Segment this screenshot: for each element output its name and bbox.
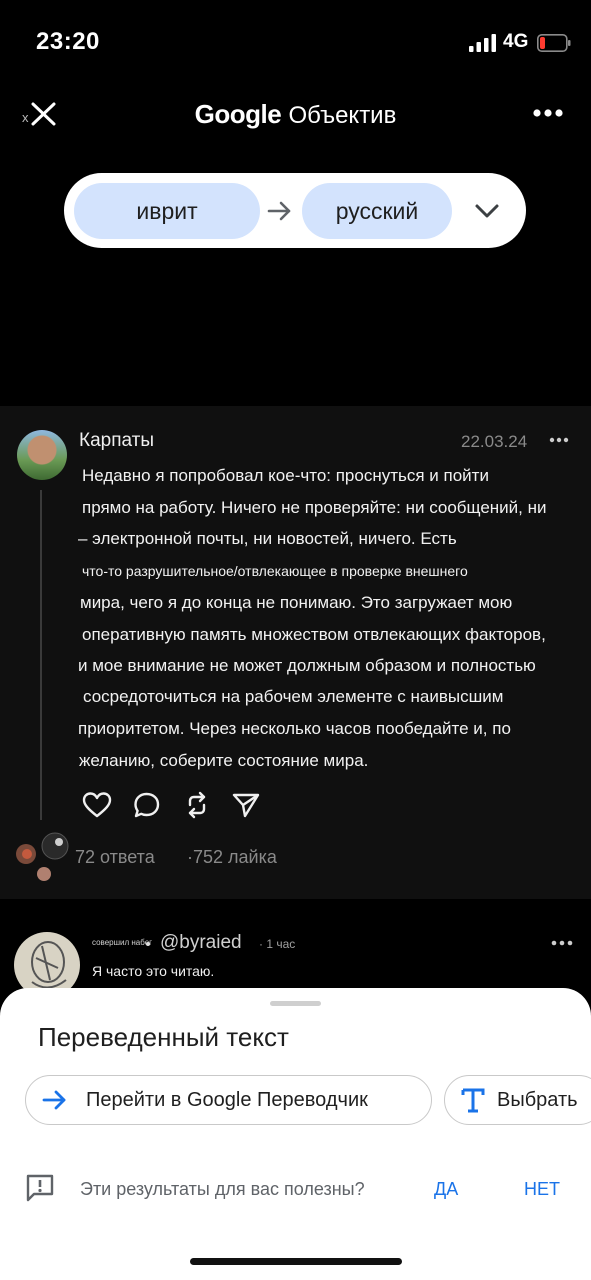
likes-count[interactable]: ·752 лайка — [187, 847, 277, 868]
like-heart-icon[interactable] — [82, 791, 112, 819]
select-text-button[interactable]: Выбрать — [444, 1075, 591, 1125]
post-more-icon[interactable] — [549, 436, 569, 444]
brand-name: Google — [194, 99, 282, 129]
comment-bubble-icon[interactable] — [132, 791, 162, 819]
text-t-icon — [461, 1088, 485, 1113]
battery-low-icon — [537, 34, 571, 52]
app-title: Google Объектив — [0, 99, 591, 130]
cellular-signal-icon — [469, 34, 496, 52]
share-send-icon[interactable] — [231, 791, 261, 819]
status-time: 23:20 — [36, 28, 100, 55]
source-language-button[interactable]: иврит — [74, 183, 260, 239]
reply-time-text: 1 час — [266, 937, 296, 951]
post-text-line: оперативную память множеством отвлекающи… — [82, 625, 546, 644]
more-options-icon[interactable] — [530, 105, 566, 121]
sheet-title: Переведенный текст — [38, 1022, 289, 1052]
target-language-button[interactable]: русский — [302, 183, 452, 239]
repost-icon[interactable] — [182, 791, 212, 819]
likes-count-text: 752 лайка — [193, 847, 277, 867]
post-text-line: желанию, соберите состояние мира. — [79, 751, 369, 770]
post-text-line: сосредоточиться на рабочем элементе с на… — [83, 687, 504, 706]
replies-count[interactable]: 72 ответа — [75, 847, 155, 868]
open-translate-button[interactable]: Перейти в Google Переводчик — [25, 1075, 432, 1125]
select-text-label: Выбрать — [497, 1088, 578, 1111]
liker-avatars — [16, 832, 69, 881]
reply-handle[interactable]: @byraied — [160, 932, 242, 954]
sheet-drag-handle[interactable] — [270, 1001, 321, 1006]
post-text-line: что-то разрушительное/отвлекающее в пров… — [82, 563, 468, 579]
feedback-no-button[interactable]: НЕТ — [524, 1179, 560, 1200]
product-name: Объектив — [288, 102, 397, 129]
home-indicator[interactable] — [190, 1258, 402, 1265]
language-selector: иврит русский — [64, 173, 526, 248]
post-text-line: прямо на работу. Ничего не проверяйте: н… — [82, 498, 547, 517]
raid-label: совершил набег — [92, 938, 153, 947]
open-translate-label: Перейти в Google Переводчик — [86, 1088, 368, 1111]
author-avatar[interactable] — [17, 430, 67, 480]
feedback-question: Эти результаты для вас полезны? — [80, 1179, 365, 1199]
post-text-line: и мое внимание не может должным образом … — [78, 656, 536, 675]
arrow-right-icon — [42, 1090, 66, 1110]
feedback-icon — [26, 1174, 54, 1202]
post-date: 22.03.24 — [461, 432, 528, 451]
arrow-right-icon — [267, 201, 291, 221]
thread-line — [40, 490, 42, 820]
chevron-down-icon[interactable] — [474, 200, 500, 222]
reply-more-icon[interactable] — [551, 939, 573, 947]
reply-text: Я часто это читаю. — [92, 963, 215, 979]
feedback-yes-button[interactable]: ДА — [434, 1179, 458, 1200]
post-text-line: приоритетом. Через несколько часов пообе… — [78, 719, 511, 738]
post-text-line: – электронной почты, ни новостей, ничего… — [78, 529, 457, 548]
post-text-line: Недавно я попробовал кое-что: проснуться… — [82, 466, 489, 485]
post-text-line: мира, чего я до конца не понимаю. Это за… — [80, 593, 513, 612]
post-author[interactable]: Карпаты — [79, 430, 154, 452]
network-type: 4G — [503, 31, 529, 52]
reply-time: · 1 час — [259, 937, 296, 951]
separator-dot — [146, 942, 150, 946]
